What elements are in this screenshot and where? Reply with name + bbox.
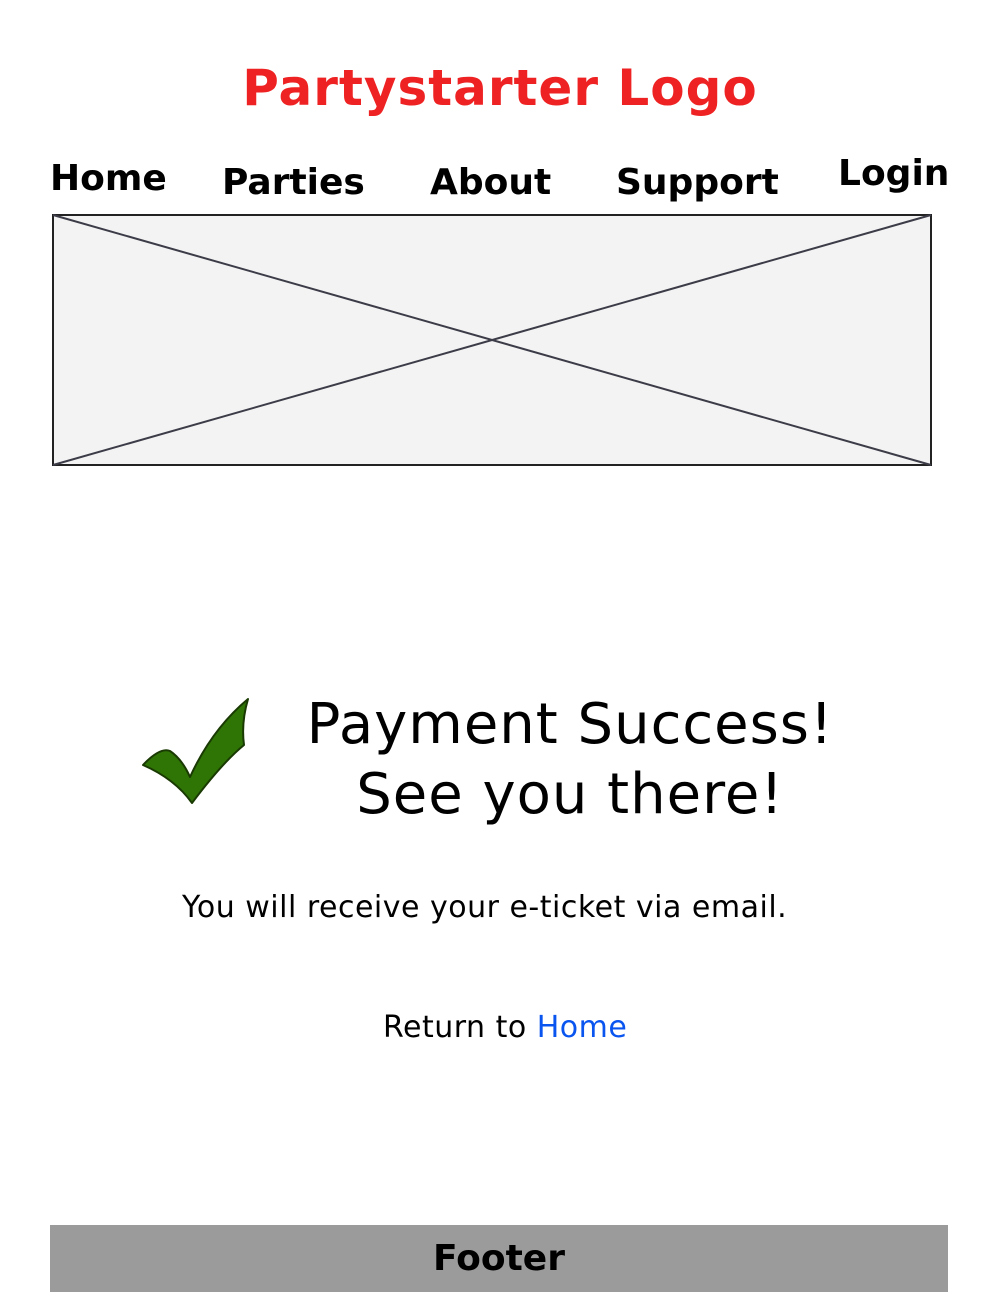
footer-label: Footer [433,1238,565,1279]
nav-about-link[interactable]: About [430,160,551,206]
site-logo[interactable]: Partystarter Logo [0,55,1000,121]
return-home-row: Return to Home [383,1008,683,1048]
footer: Footer [50,1225,948,1292]
payment-success-heading: Payment Success! See you there! [300,690,840,830]
nav-support-link[interactable]: Support [616,160,779,206]
return-prefix-text: Return to [383,1010,537,1045]
success-title-line2: See you there! [356,762,784,827]
hero-image-placeholder [52,214,932,466]
return-home-link[interactable]: Home [537,1010,628,1045]
checkmark-icon [140,695,252,805]
success-title-line1: Payment Success! [306,692,834,757]
nav-login-link[interactable]: Login [838,151,949,197]
email-message: You will receive your e-ticket via email… [182,890,788,925]
nav-home-link[interactable]: Home [50,156,167,202]
nav-parties-link[interactable]: Parties [222,160,365,206]
image-placeholder-icon [52,214,932,466]
